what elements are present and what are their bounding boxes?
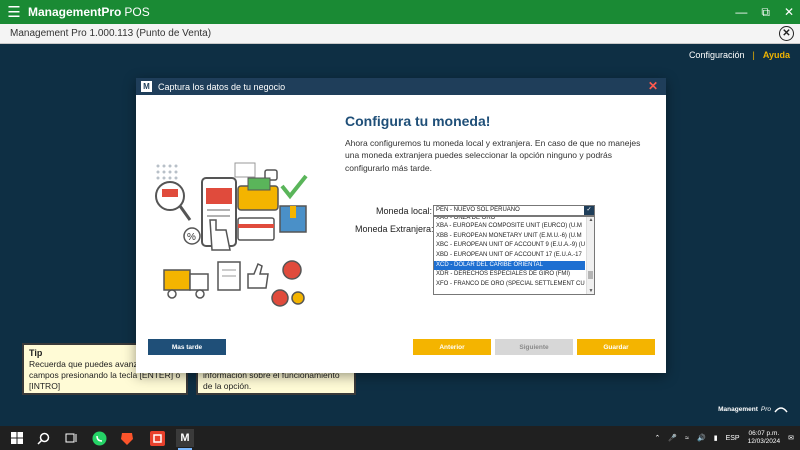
notifications-icon[interactable]: ✉ xyxy=(788,434,794,442)
payment-illustration: % xyxy=(155,162,308,307)
foreign-currency-list[interactable]: XAU - ONZA DE ORO XBA - EUROPEAN COMPOSI… xyxy=(433,216,595,295)
next-button[interactable]: Siguiente xyxy=(495,339,573,355)
currency-option[interactable]: XDR - DERECHOS ESPECIALES DE GIRO (FMI) xyxy=(434,270,585,280)
wifi-icon[interactable]: ≈ xyxy=(685,435,689,442)
scroll-down-icon[interactable]: ▼ xyxy=(587,288,594,294)
save-button[interactable]: Guardar xyxy=(577,339,655,355)
search-icon[interactable] xyxy=(34,429,52,447)
minimize-icon[interactable]: — xyxy=(735,5,747,19)
currency-option[interactable]: XBB - EUROPEAN MONETARY UNIT (E.M.U.-6) … xyxy=(434,232,585,242)
management-pro-icon[interactable]: M xyxy=(176,429,194,447)
task-view-icon[interactable] xyxy=(62,429,80,447)
close-icon[interactable]: ✕ xyxy=(784,5,794,19)
modal-title: Captura los datos de tu negocio xyxy=(158,81,286,92)
nav-help-link[interactable]: Ayuda xyxy=(763,50,790,60)
currency-option[interactable]: XFO - FRANCO DE ORO (SPECIAL SETTLEMENT … xyxy=(434,280,585,290)
modal-titlebar: M Captura los datos de tu negocio xyxy=(136,78,666,95)
clock[interactable]: 06:07 p.m. 12/03/2024 xyxy=(748,430,781,446)
currency-option-selected[interactable]: XCD - DOLAR DEL CARIBE ORIENTAL xyxy=(434,260,585,271)
volume-icon[interactable]: 🔊 xyxy=(697,434,706,442)
scroll-up-icon[interactable]: ▲ xyxy=(587,217,594,223)
app-title: ManagementPro POS xyxy=(28,5,150,19)
taskbar: M ⌃ 🎤 ≈ 🔊 ▮ ESP 06:07 p.m. 12/03/2024 ✉ xyxy=(0,426,800,450)
clock-time: 06:07 p.m. xyxy=(748,430,780,438)
previous-button[interactable]: Anterior xyxy=(413,339,491,355)
list-scrollbar[interactable]: ▲ ▼ xyxy=(586,217,594,294)
page-description: Ahora configuremos tu moneda local y ext… xyxy=(345,138,641,173)
microphone-icon[interactable]: 🎤 xyxy=(668,434,677,442)
currency-option[interactable]: XBA - EUROPEAN COMPOSITE UNIT (EURCO) (U… xyxy=(434,222,585,232)
page-title: Configura tu moneda! xyxy=(345,113,491,129)
version-bar: Management Pro 1.000.113 (Punto de Venta… xyxy=(0,24,800,44)
local-currency-value: PEN - NUEVO SOL PERUANO xyxy=(436,207,520,213)
brand-swoosh-icon xyxy=(774,407,788,413)
brand-logo: Management Pro xyxy=(718,405,788,413)
battery-icon[interactable]: ▮ xyxy=(714,434,718,442)
clock-date: 12/03/2024 xyxy=(747,438,781,445)
setup-modal: M Captura los datos de tu negocio ✕ % Co… xyxy=(136,78,666,373)
foreign-currency-label: Moneda Extranjera: xyxy=(355,224,434,234)
whatsapp-icon[interactable] xyxy=(90,429,108,447)
later-button[interactable]: Mas tarde xyxy=(148,339,226,355)
modal-close-icon[interactable]: ✕ xyxy=(648,79,658,93)
currency-option[interactable]: XBC - EUROPEAN UNIT OF ACCOUNT 9 (E.U.A.… xyxy=(434,241,585,251)
nav-config-link[interactable]: Configuración xyxy=(689,50,745,60)
hamburger-menu-icon[interactable]: ☰ xyxy=(0,0,28,24)
close-circle-icon[interactable]: ✕ xyxy=(779,26,794,41)
nav-separator: | xyxy=(752,50,755,60)
brave-icon[interactable] xyxy=(118,429,136,447)
version-label: Management Pro 1.000.113 (Punto de Venta… xyxy=(10,28,212,39)
management-pro-logo: M xyxy=(141,81,152,92)
windows-start-icon[interactable] xyxy=(8,429,26,447)
app-titlebar: ☰ ManagementPro POS — ⧉ ✕ xyxy=(0,0,800,24)
currency-option[interactable]: XBD - EUROPEAN UNIT OF ACCOUNT 17 (E.U.A… xyxy=(434,251,585,261)
chevron-up-icon[interactable]: ⌃ xyxy=(655,434,661,442)
app-icon[interactable] xyxy=(148,429,166,447)
chevron-down-icon[interactable]: ✓ xyxy=(584,206,594,215)
svg-text:%: % xyxy=(187,232,196,243)
language-indicator[interactable]: ESP xyxy=(726,435,740,442)
local-currency-select[interactable]: PEN - NUEVO SOL PERUANO ✓ xyxy=(433,205,595,216)
restore-icon[interactable]: ⧉ xyxy=(761,5,770,20)
system-tray: ⌃ 🎤 ≈ 🔊 ▮ ESP 06:07 p.m. 12/03/2024 ✉ xyxy=(655,426,794,450)
scrollbar-thumb[interactable] xyxy=(588,271,593,279)
local-currency-label: Moneda local: xyxy=(376,206,433,216)
top-nav: Configuración | Ayuda xyxy=(689,50,790,60)
